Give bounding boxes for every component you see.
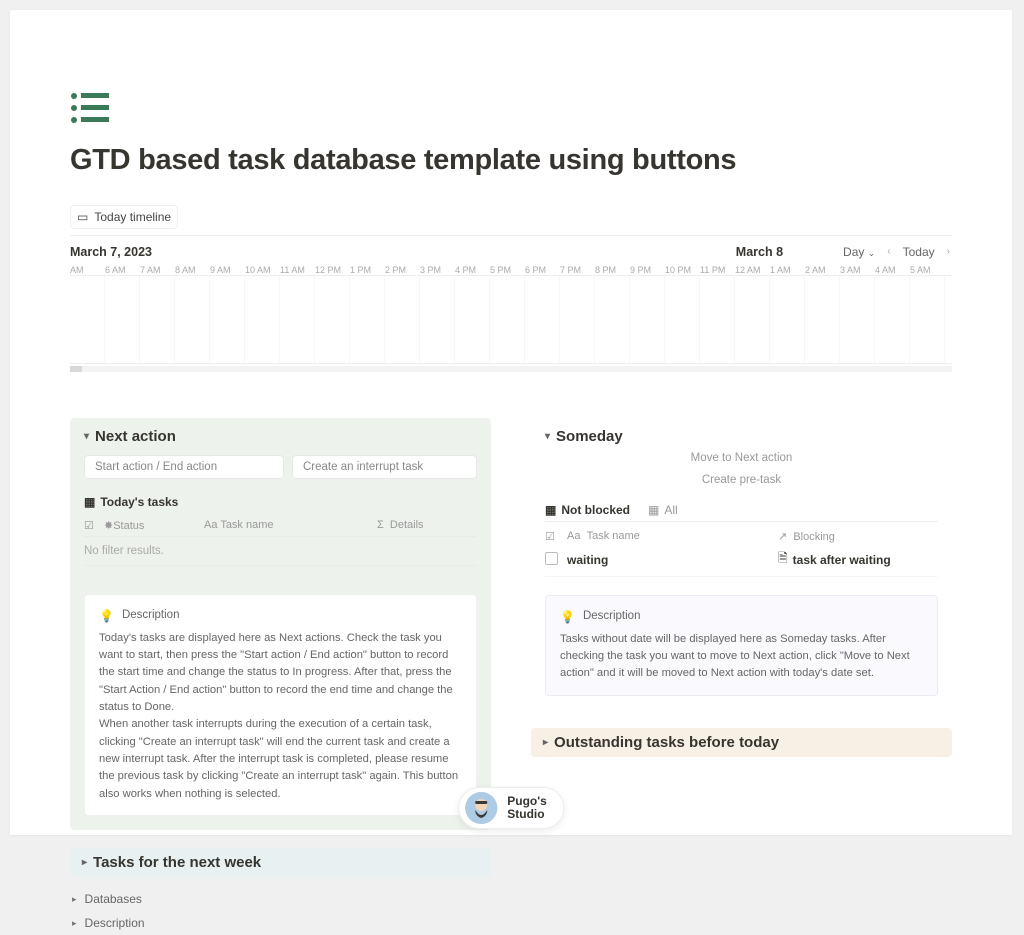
row-checkbox[interactable] xyxy=(545,552,558,565)
no-filter-text: No filter results. xyxy=(84,537,477,566)
next-arrow-icon[interactable]: › xyxy=(945,244,952,259)
next-action-toggle[interactable]: ▾ Next action xyxy=(84,428,477,445)
page-title: GTD based task database template using b… xyxy=(70,144,952,177)
triangle-right-icon: ▸ xyxy=(72,918,77,929)
timeline-date-right: March 8 xyxy=(736,245,783,259)
hour-label: 10 AM xyxy=(245,265,280,275)
triangle-right-icon: ▸ xyxy=(82,857,87,868)
hour-label: 3 AM xyxy=(840,265,875,275)
hour-label: 12 PM xyxy=(315,265,350,275)
hour-label: 9 PM xyxy=(630,265,665,275)
triangle-down-icon: ▾ xyxy=(84,431,89,442)
someday-toggle[interactable]: ▾ Someday xyxy=(545,428,938,445)
someday-desc-body: Tasks without date will be displayed her… xyxy=(560,631,923,683)
table-icon: ▦ xyxy=(84,495,95,509)
tasks-week-heading: Tasks for the next week xyxy=(93,854,261,871)
triangle-right-icon: ▸ xyxy=(72,894,77,905)
hour-label: 4 AM xyxy=(875,265,910,275)
bulb-icon: 💡 xyxy=(560,608,575,627)
hour-label: 1 PM xyxy=(350,265,385,275)
table-row[interactable]: waiting 🗎 task after waiting xyxy=(545,543,938,577)
avatar xyxy=(465,792,497,824)
hour-label: 11 PM xyxy=(700,265,735,275)
timeline-hours: AM6 AM7 AM8 AM9 AM10 AM11 AM12 PM1 PM2 P… xyxy=(70,265,952,276)
todays-tasks-tab[interactable]: ▦ Today's tasks xyxy=(84,495,178,509)
databases-toggle[interactable]: ▸ Databases xyxy=(70,887,491,911)
timeline-icon: ▭ xyxy=(77,210,88,224)
triangle-right-icon: ▸ xyxy=(543,737,548,748)
description-toggle[interactable]: ▸ Description xyxy=(70,911,491,935)
next-action-description: 💡Description Today's tasks are displayed… xyxy=(84,594,477,816)
someday-heading: Someday xyxy=(556,428,623,445)
hour-label: 11 AM xyxy=(280,265,315,275)
taskname-column: Aa Task name xyxy=(204,519,377,532)
outstanding-panel[interactable]: ▸ Outstanding tasks before today xyxy=(531,728,952,757)
blocking-column: ↗ Blocking xyxy=(778,530,938,543)
timeline-range-selector[interactable]: Day ⌄ xyxy=(843,245,875,259)
taskname-column: Aa Task name xyxy=(567,530,778,543)
hour-label: 5 PM xyxy=(490,265,525,275)
triangle-down-icon: ▾ xyxy=(545,431,550,442)
hour-label: 6 AM xyxy=(105,265,140,275)
create-interrupt-button[interactable]: Create an interrupt task xyxy=(292,455,477,479)
hour-label: 9 AM xyxy=(210,265,245,275)
start-end-action-button[interactable]: Start action / End action xyxy=(84,455,284,479)
table-icon: ▦ xyxy=(648,503,659,517)
table-icon: ▦ xyxy=(545,503,556,517)
timeline-tab[interactable]: ▭ Today timeline xyxy=(70,205,178,229)
prev-arrow-icon[interactable]: ‹ xyxy=(885,244,892,259)
timeline-tab-label: Today timeline xyxy=(94,210,171,224)
hour-label: 6 PM xyxy=(525,265,560,275)
checkbox-column-icon: ☑ xyxy=(545,530,567,543)
details-column: Σ Details xyxy=(377,519,477,532)
hour-label: 8 AM xyxy=(175,265,210,275)
page-container: GTD based task database template using b… xyxy=(10,10,1012,835)
bulb-icon: 💡 xyxy=(99,607,114,626)
page-icon xyxy=(70,90,952,126)
all-tab[interactable]: ▦ All xyxy=(648,503,678,517)
timeline-date-left: March 7, 2023 xyxy=(70,245,152,259)
hour-label: 7 AM xyxy=(140,265,175,275)
hour-label: 2 PM xyxy=(385,265,420,275)
next-action-desc-body: Today's tasks are displayed here as Next… xyxy=(99,630,462,804)
hour-label: 1 AM xyxy=(770,265,805,275)
hour-label: 12 AM xyxy=(735,265,770,275)
blocking-link[interactable]: 🗎 task after waiting xyxy=(778,549,938,570)
hour-label: 8 PM xyxy=(595,265,630,275)
hour-label: 3 PM xyxy=(420,265,455,275)
task-waiting: waiting xyxy=(567,553,778,567)
next-action-panel: ▾ Next action Start action / End action … xyxy=(70,418,491,830)
someday-description: 💡Description Tasks without date will be … xyxy=(545,595,938,696)
move-to-next-button[interactable]: Move to Next action xyxy=(545,449,938,467)
author-badge[interactable]: Pugo's Studio xyxy=(458,787,564,829)
timeline-today-button[interactable]: Today xyxy=(903,245,935,259)
timeline-scrollbar[interactable] xyxy=(70,366,952,372)
tasks-week-panel[interactable]: ▸ Tasks for the next week xyxy=(70,848,491,877)
not-blocked-tab[interactable]: ▦ Not blocked xyxy=(545,503,630,517)
timeline-block: ▭ Today timeline March 7, 2023 March 8 D… xyxy=(70,205,952,372)
timeline-body[interactable] xyxy=(70,276,952,364)
hour-label: 5 AM xyxy=(910,265,945,275)
author-name-2: Studio xyxy=(507,808,547,821)
checkbox-column-icon: ☑ xyxy=(84,519,104,532)
page-icon: 🗎 xyxy=(778,549,788,570)
status-column: ✸Status xyxy=(104,519,204,532)
hour-label: 2 AM xyxy=(805,265,840,275)
someday-panel: ▾ Someday Move to Next action Create pre… xyxy=(531,418,952,710)
outstanding-heading: Outstanding tasks before today xyxy=(554,734,779,751)
hour-label: 10 PM xyxy=(665,265,700,275)
hour-label: 7 PM xyxy=(560,265,595,275)
hour-label: 4 PM xyxy=(455,265,490,275)
create-pretask-button[interactable]: Create pre-task xyxy=(545,471,938,489)
hour-label: AM xyxy=(70,265,105,275)
next-action-heading: Next action xyxy=(95,428,176,445)
